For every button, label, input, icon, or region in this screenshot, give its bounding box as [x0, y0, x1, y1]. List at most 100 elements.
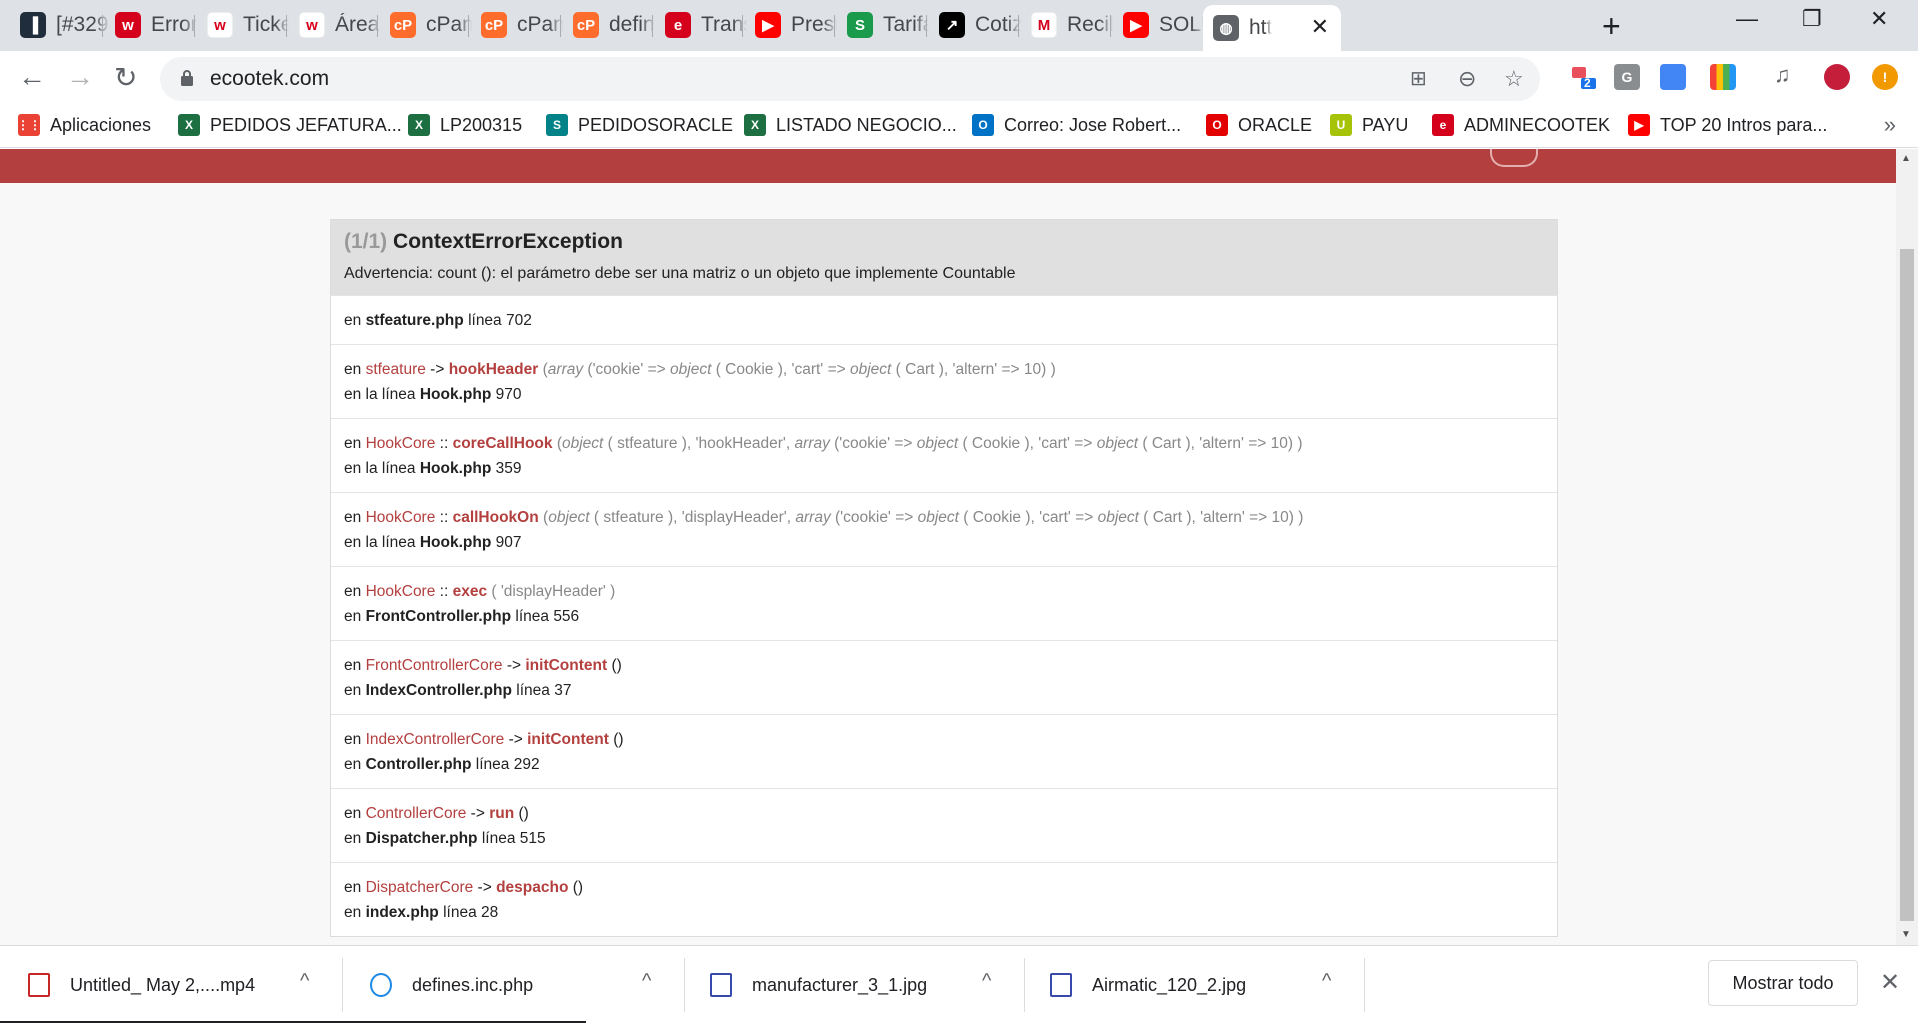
tab-separator [560, 15, 561, 37]
bookmark-8[interactable]: U PAYU [1330, 114, 1408, 136]
google-translate-extension-icon[interactable] [1660, 64, 1686, 90]
trace-class[interactable]: FrontControllerCore [366, 657, 503, 674]
tab-9[interactable]: ▶ Presta [745, 5, 837, 45]
tab-separator [926, 15, 927, 37]
trace-function[interactable]: exec [453, 583, 487, 600]
close-downloads-bar-icon[interactable]: ✕ [1880, 968, 1900, 997]
trace-function[interactable]: coreCallHook [453, 435, 553, 452]
tab-title: Cotiza [975, 13, 1021, 36]
address-bar[interactable]: ecootek.com ⊞ ⊖ ☆ [160, 57, 1540, 101]
trace-frame: en HookCore :: coreCallHook (object ( st… [331, 418, 1557, 492]
tab-3[interactable]: w Tickets [197, 5, 289, 45]
color-extension-icon[interactable] [1710, 64, 1736, 90]
profile-avatar[interactable] [1824, 64, 1850, 90]
trace-function[interactable]: run [489, 805, 514, 822]
media-control-icon[interactable]: ♫ [1774, 62, 1791, 88]
trace-file: FrontController.php [365, 608, 512, 625]
bookmark-10[interactable]: ▶ TOP 20 Intros para... [1628, 114, 1827, 136]
tab-5[interactable]: cP cPanel [380, 5, 472, 45]
tab-title: define [609, 13, 655, 36]
restore-button[interactable]: ❐ [1802, 6, 1822, 32]
bookmark-5[interactable]: X LISTADO NEGOCIO... [744, 114, 957, 136]
trace-en-label: en [344, 731, 366, 748]
back-button[interactable]: ← [18, 61, 46, 93]
bookmark-3[interactable]: X LP200315 [408, 114, 522, 136]
url-text[interactable]: ecootek.com [210, 67, 329, 91]
download-item-4[interactable]: Airmatic_120_2.jpg ^ [1050, 946, 1360, 1023]
bookmark-4[interactable]: S PEDIDOSORACLE [546, 114, 733, 136]
puzzle-extension-icon [1572, 67, 1596, 89]
trace-function[interactable]: callHookOn [453, 509, 539, 526]
show-all-downloads-button[interactable]: Mostrar todo [1708, 960, 1858, 1006]
trace-class[interactable]: DispatcherCore [366, 879, 474, 896]
bookmark-star-icon[interactable]: ☆ [1504, 66, 1524, 92]
trace-argument: ( Cookie ), 'cart' => [958, 435, 1097, 452]
sharepoint-icon: S [546, 114, 568, 136]
close-window-button[interactable]: ✕ [1870, 6, 1888, 32]
update-warning-icon[interactable]: ! [1872, 64, 1898, 90]
error-count: (1/1) [344, 230, 388, 253]
download-item-2[interactable]: defines.inc.php ^ [370, 946, 680, 1023]
trace-function[interactable]: hookHeader [449, 361, 539, 378]
bookmark-6[interactable]: O Correo: Jose Robert... [972, 114, 1181, 136]
scrollbar-thumb[interactable] [1900, 249, 1914, 921]
download-options-chevron-icon[interactable]: ^ [300, 970, 309, 993]
tab-13[interactable]: ▶ SOLUC [1113, 5, 1205, 45]
new-tab-button[interactable]: + [1602, 8, 1621, 45]
trace-line-number: 970 [495, 386, 522, 403]
download-options-chevron-icon[interactable]: ^ [982, 970, 991, 993]
forward-button[interactable]: → [66, 61, 94, 93]
scroll-down-arrow-icon[interactable]: ▼ [1901, 929, 1911, 940]
bookmarks-overflow-icon[interactable]: » [1884, 112, 1896, 138]
minimize-button[interactable]: — [1736, 6, 1758, 32]
trace-class[interactable]: HookCore [366, 509, 436, 526]
trace-file: Hook.php [419, 460, 492, 477]
trace-location-suffix: línea [511, 608, 554, 625]
trace-argument: array [794, 435, 830, 452]
bookmark-1[interactable]: ⋮⋮ Aplicaciones [17, 114, 151, 136]
tab-6[interactable]: cP cPanel [471, 5, 563, 45]
tab-2[interactable]: w Error 5 [105, 5, 197, 45]
trace-class[interactable]: ControllerCore [366, 805, 467, 822]
trace-en-label: en [344, 509, 366, 526]
download-item-1[interactable]: Untitled_ May 2,....mp4 ^ [28, 946, 338, 1023]
tab-11[interactable]: ↗ Cotiza [929, 5, 1021, 45]
trace-function[interactable]: initContent [527, 731, 609, 748]
tab-7[interactable]: cP define [563, 5, 655, 45]
download-filename: Untitled_ May 2,....mp4 [70, 974, 256, 995]
bookmark-label: ORACLE [1238, 114, 1313, 135]
download-options-chevron-icon[interactable]: ^ [1322, 970, 1331, 993]
trace-function[interactable]: despacho [496, 879, 568, 896]
download-options-chevron-icon[interactable]: ^ [642, 970, 651, 993]
zoom-icon[interactable]: ⊖ [1458, 66, 1476, 92]
trace-line-number: 556 [553, 608, 580, 625]
tab-separator [1018, 15, 1019, 37]
browser-window: + — ❐ ✕ ▐[#3294wError 5wTicketswÁrea CcP… [0, 0, 1918, 1023]
tab-14[interactable]: ◍ htt ✕ [1203, 5, 1341, 51]
bookmark-9[interactable]: e ADMINECOOTEK [1432, 114, 1610, 136]
reload-button[interactable]: ↻ [114, 61, 137, 94]
scroll-up-arrow-icon[interactable]: ▲ [1901, 153, 1911, 164]
tab-close-icon[interactable]: ✕ [1311, 14, 1329, 40]
download-item-3[interactable]: manufacturer_3_1.jpg ^ [710, 946, 1020, 1023]
trace-function[interactable]: initContent [525, 657, 607, 674]
error-title: (1/1) ContextErrorException [344, 230, 1545, 254]
grammarly-extension-icon[interactable]: G [1614, 64, 1640, 90]
bookmark-7[interactable]: O ORACLE [1206, 114, 1312, 136]
trace-class[interactable]: HookCore [366, 583, 436, 600]
tab-1[interactable]: ▐[#3294 [10, 5, 110, 45]
trace-en-label: en [344, 657, 366, 674]
tab-12[interactable]: M Recibi [1021, 5, 1113, 45]
tab-4[interactable]: w Área C [289, 5, 381, 45]
trace-class[interactable]: HookCore [366, 435, 436, 452]
trace-class[interactable]: IndexControllerCore [366, 731, 505, 748]
tab-8[interactable]: e Transp [655, 5, 747, 45]
trace-location-prefix: en [344, 904, 366, 921]
site-logo[interactable] [1490, 149, 1538, 167]
trace-class[interactable]: stfeature [366, 361, 426, 378]
tab-10[interactable]: S Tarifas [837, 5, 929, 45]
bookmark-2[interactable]: X PEDIDOS JEFATURA... [178, 114, 402, 136]
extension-badge-icon[interactable]: 2 [1570, 64, 1596, 90]
page-scrollbar[interactable]: ▲ ▼ [1896, 149, 1918, 945]
translate-icon[interactable]: ⊞ [1410, 66, 1427, 91]
